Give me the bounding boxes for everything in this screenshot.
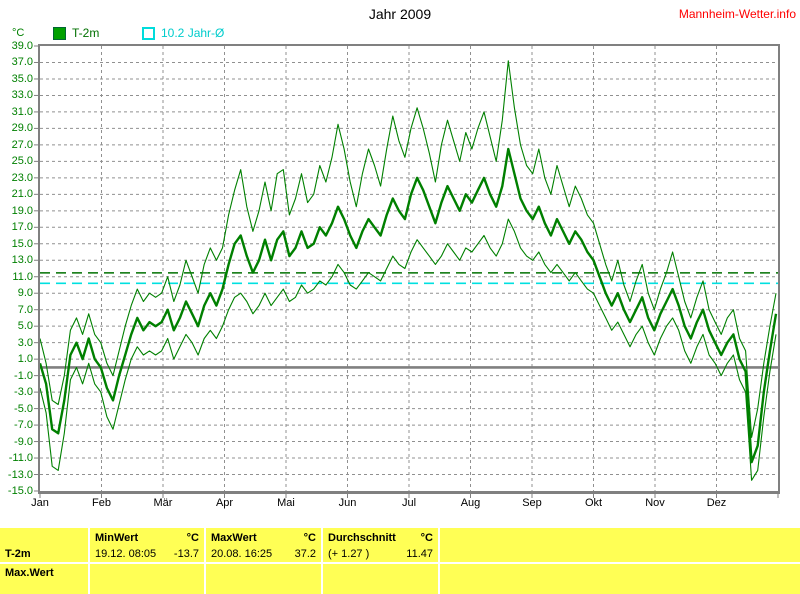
y-axis-tick-label: 35.0 <box>0 73 33 85</box>
y-axis-tick-label: -11.0 <box>0 452 33 464</box>
y-axis-unit-label: °C <box>12 27 24 39</box>
x-axis-month-label: Mai <box>266 497 306 509</box>
table-row-label: T-2m <box>0 546 88 562</box>
y-axis-tick-label: -3.0 <box>0 386 33 398</box>
x-axis-month-label: Nov <box>635 497 675 509</box>
table-cell-maxwert: MaxWert °C 20.08. 16:25 37.2 <box>206 528 321 562</box>
y-axis-tick-label: 13.0 <box>0 254 33 266</box>
series-t2m-tagesmax <box>40 61 776 438</box>
y-axis-tick-label: 27.0 <box>0 139 33 151</box>
x-axis-month-label: Aug <box>451 497 491 509</box>
y-axis-tick-label: 11.0 <box>0 271 33 283</box>
y-axis-tick-label: 25.0 <box>0 155 33 167</box>
x-axis-month-label: Feb <box>82 497 122 509</box>
y-axis-tick-label: 15.0 <box>0 238 33 250</box>
jahresmittel-swatch-icon <box>142 27 155 40</box>
table-cell-minwert: MinWert °C 19.12. 08:05 -13.7 <box>90 528 204 562</box>
y-axis-tick-label: 17.0 <box>0 221 33 233</box>
temperature-chart <box>0 0 800 522</box>
x-axis-month-label: Jan <box>20 497 60 509</box>
y-axis-tick-label: -1.0 <box>0 370 33 382</box>
durchschnitt-header: Durchschnitt <box>328 530 396 546</box>
y-axis-tick-label: 29.0 <box>0 122 33 134</box>
y-axis-tick-label: 1.0 <box>0 353 33 365</box>
maxwert-unit: °C <box>304 530 316 546</box>
y-axis-tick-label: 33.0 <box>0 89 33 101</box>
legend-item-jahresmittel: 10.2 Jahr-Ø <box>142 26 224 40</box>
y-axis-tick-label: 5.0 <box>0 320 33 332</box>
table-cell-empty <box>440 528 800 562</box>
minwert-datetime: 19.12. 08:05 <box>95 546 156 562</box>
durchschnitt-anomaly: (+ 1.27 ) <box>328 546 369 562</box>
t2m-series-swatch-icon <box>53 27 66 40</box>
legend-jahresmittel-label: 10.2 Jahr-Ø <box>161 26 224 40</box>
y-axis-tick-label: -15.0 <box>0 485 33 497</box>
series-t2m-mittel <box>40 149 776 462</box>
y-axis-tick-label: 21.0 <box>0 188 33 200</box>
maxwert-datetime: 20.08. 16:25 <box>211 546 272 562</box>
y-axis-tick-label: -9.0 <box>0 436 33 448</box>
legend-t2m-label: T-2m <box>72 26 99 40</box>
y-axis-tick-label: 3.0 <box>0 337 33 349</box>
minwert-value: -13.7 <box>174 546 199 562</box>
x-axis-month-label: Okt <box>574 497 614 509</box>
y-axis-tick-label: 9.0 <box>0 287 33 299</box>
x-axis-month-label: Sep <box>512 497 552 509</box>
maxwert-header: MaxWert <box>211 530 257 546</box>
legend-item-t2m: T-2m <box>53 26 99 40</box>
y-axis-tick-label: 19.0 <box>0 205 33 217</box>
x-axis-month-label: Mär <box>143 497 183 509</box>
y-axis-tick-label: 37.0 <box>0 56 33 68</box>
y-axis-tick-label: 31.0 <box>0 106 33 118</box>
y-axis-tick-label: 7.0 <box>0 304 33 316</box>
y-axis-tick-label: 39.0 <box>0 40 33 52</box>
minwert-header: MinWert <box>95 530 138 546</box>
y-axis-tick-label: -7.0 <box>0 419 33 431</box>
table-cell-durchschnitt: Durchschnitt °C (+ 1.27 ) 11.47 <box>323 528 438 562</box>
statistics-table: T-2m MinWert °C 19.12. 08:05 -13.7 MaxWe… <box>0 528 800 588</box>
brand-text: Mannheim-Wetter.info <box>679 7 796 21</box>
y-axis-tick-label: 23.0 <box>0 172 33 184</box>
y-axis-tick-label: -5.0 <box>0 403 33 415</box>
maxwert-value: 37.2 <box>295 546 316 562</box>
x-axis-month-label: Apr <box>205 497 245 509</box>
table-rowlabel-spacer <box>0 528 88 546</box>
y-axis-tick-label: -13.0 <box>0 469 33 481</box>
durchschnitt-value: 11.47 <box>406 546 433 562</box>
x-axis-month-label: Dez <box>697 497 737 509</box>
x-axis-month-label: Jul <box>389 497 429 509</box>
x-axis-month-label: Jun <box>328 497 368 509</box>
minwert-unit: °C <box>187 530 199 546</box>
table-cell-rowlabel: T-2m <box>0 528 88 562</box>
durchschnitt-unit: °C <box>421 530 433 546</box>
